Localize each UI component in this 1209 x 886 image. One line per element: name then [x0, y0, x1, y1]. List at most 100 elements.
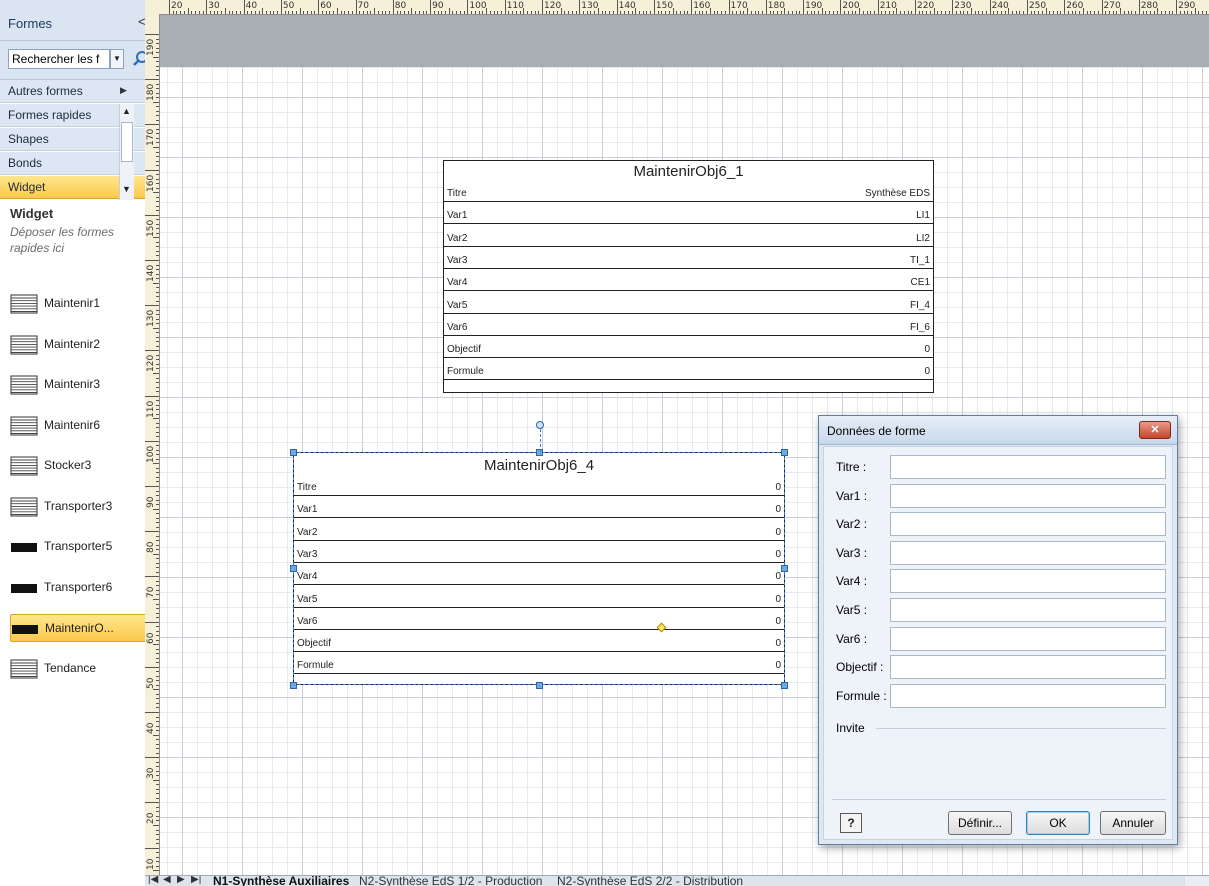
prev-page-button[interactable]: ◀ — [163, 875, 171, 885]
help-button[interactable]: ? — [840, 813, 862, 833]
shape-item-transporter6[interactable]: Transporter6 — [10, 574, 150, 602]
stencil-widget[interactable]: Widget — [0, 176, 160, 199]
ruler-tick — [348, 11, 349, 14]
ruler-tick — [314, 11, 315, 14]
define-button[interactable]: Définir... — [948, 811, 1012, 835]
ruler-tick — [1143, 11, 1144, 14]
ruler-tick — [1116, 11, 1117, 14]
ok-button[interactable]: OK — [1026, 811, 1090, 835]
ruler-tick — [848, 11, 849, 14]
ruler-tick — [967, 11, 968, 14]
ruler-tick — [156, 274, 159, 275]
scroll-up-icon[interactable]: ▲ — [122, 106, 131, 116]
ruler-tick — [156, 233, 159, 234]
ruler-tick — [156, 161, 159, 162]
ruler-tick — [520, 11, 521, 14]
ruler-tick — [169, 0, 170, 14]
shape-item-tendance[interactable]: Tendance — [10, 655, 150, 683]
ruler-tick — [855, 11, 856, 14]
resize-handle-tl[interactable] — [290, 449, 297, 456]
stencil-autres-formes[interactable]: Autres formes ▶ — [0, 80, 160, 103]
ruler-tick — [624, 11, 625, 14]
ruler-tick — [156, 762, 159, 763]
field-input-objectif[interactable] — [890, 655, 1166, 679]
field-input-titre[interactable] — [890, 455, 1166, 479]
shape-item-label: Maintenir2 — [44, 337, 100, 351]
field-input-formule[interactable] — [890, 684, 1166, 708]
field-input-var1[interactable] — [890, 484, 1166, 508]
stencil-formes-rapides[interactable]: Formes rapides — [0, 104, 160, 127]
resize-handle-l[interactable] — [290, 565, 297, 572]
ruler-tick — [153, 147, 159, 148]
field-input-var3[interactable] — [890, 541, 1166, 565]
dialog-titlebar[interactable]: Données de forme ✕ — [819, 416, 1177, 445]
shape-item-transporter3[interactable]: Transporter3 — [10, 493, 150, 521]
ruler-tick — [975, 11, 976, 14]
stencil-bonds[interactable]: Bonds — [0, 152, 160, 175]
shape-item-stocker3[interactable]: Stocker3 — [10, 452, 150, 480]
field-input-var6[interactable] — [890, 627, 1166, 651]
ruler-tick — [758, 11, 759, 14]
ruler-tick — [1060, 11, 1061, 14]
shape-item-maintenir2[interactable]: Maintenir2 — [10, 331, 150, 359]
ruler-tick — [156, 133, 159, 134]
next-page-button[interactable]: ▶ — [177, 875, 185, 885]
resize-handle-br[interactable] — [781, 682, 788, 689]
ruler-tick — [1046, 8, 1047, 14]
field-label: Var2 : — [836, 517, 867, 531]
ruler-tick — [156, 513, 159, 514]
tab-n1-synthese-auxiliaires[interactable]: N1-Synthèse Auxiliaires — [213, 875, 349, 886]
ruler-tick — [840, 0, 841, 14]
ruler-tick — [156, 391, 159, 392]
stencil-scrollbar[interactable]: ▲ ▼ — [119, 104, 134, 200]
rotation-handle[interactable] — [536, 421, 544, 429]
close-icon[interactable]: ✕ — [1139, 421, 1171, 439]
last-page-button[interactable]: ▶| — [191, 875, 201, 885]
field-input-var2[interactable] — [890, 512, 1166, 536]
shape-item-maintenir1[interactable]: Maintenir1 — [10, 290, 150, 318]
ruler-tick — [329, 11, 330, 14]
shape-item-maintenir3[interactable]: Maintenir3 — [10, 371, 150, 399]
shape-item-mainteniro[interactable]: MaintenirO... — [10, 614, 150, 642]
bar-icon — [10, 537, 38, 557]
stencil-shapes[interactable]: Shapes — [0, 128, 160, 151]
ruler-tick — [1075, 11, 1076, 14]
resize-handle-r[interactable] — [781, 565, 788, 572]
shape-item-maintenir6[interactable]: Maintenir6 — [10, 412, 150, 440]
search-shapes-input[interactable] — [8, 49, 110, 69]
resize-handle-b[interactable] — [536, 682, 543, 689]
ruler-tick — [1176, 0, 1177, 14]
ruler-tick — [156, 88, 159, 89]
resize-handle-tr[interactable] — [781, 449, 788, 456]
ruler-tick — [1206, 11, 1207, 14]
ruler-tick — [156, 472, 159, 473]
ruler-tick — [156, 405, 159, 406]
ruler-tick — [156, 387, 159, 388]
row-value: LI1 — [916, 210, 930, 221]
ruler-top[interactable]: 2030405060708090100110120130140150160170… — [161, 0, 1209, 15]
field-input-var5[interactable] — [890, 598, 1166, 622]
ruler-tick — [893, 11, 894, 14]
ruler-tick — [859, 8, 860, 14]
scroll-thumb[interactable] — [121, 122, 133, 162]
first-page-button[interactable]: |◀ — [148, 875, 158, 885]
resize-handle-bl[interactable] — [290, 682, 297, 689]
tab-n2-synthese-distribution[interactable]: N2-Synthèse EdS 2/2 - Distribution — [557, 875, 743, 886]
field-input-var4[interactable] — [890, 569, 1166, 593]
tab-n2-synthese-production[interactable]: N2-Synthèse EdS 1/2 - Production — [359, 875, 542, 886]
scroll-down-icon[interactable]: ▼ — [122, 184, 131, 194]
ruler-tick — [156, 834, 159, 835]
search-dropdown-button[interactable]: ▼ — [110, 49, 124, 69]
shape-item-transporter5[interactable]: Transporter5 — [10, 533, 150, 561]
cancel-button[interactable]: Annuler — [1100, 811, 1166, 835]
table-shape-maintenirobj6-1[interactable]: MaintenirObj6_1 TitreSynthèse EDSVar1LI1… — [443, 160, 934, 393]
ruler-left-label: 170 — [146, 129, 156, 146]
ruler-tick — [934, 8, 935, 14]
table-shape-maintenirobj6-4[interactable]: MaintenirObj6_4 Titre0Var10Var20Var30Var… — [293, 452, 785, 685]
ruler-tick — [288, 11, 289, 14]
ruler-tick — [1027, 0, 1028, 14]
ruler-tick — [229, 11, 230, 14]
table-icon — [10, 659, 38, 679]
ruler-left[interactable]: 1901801701601501401301201101009080706050… — [145, 14, 160, 875]
ruler-tick — [538, 11, 539, 14]
